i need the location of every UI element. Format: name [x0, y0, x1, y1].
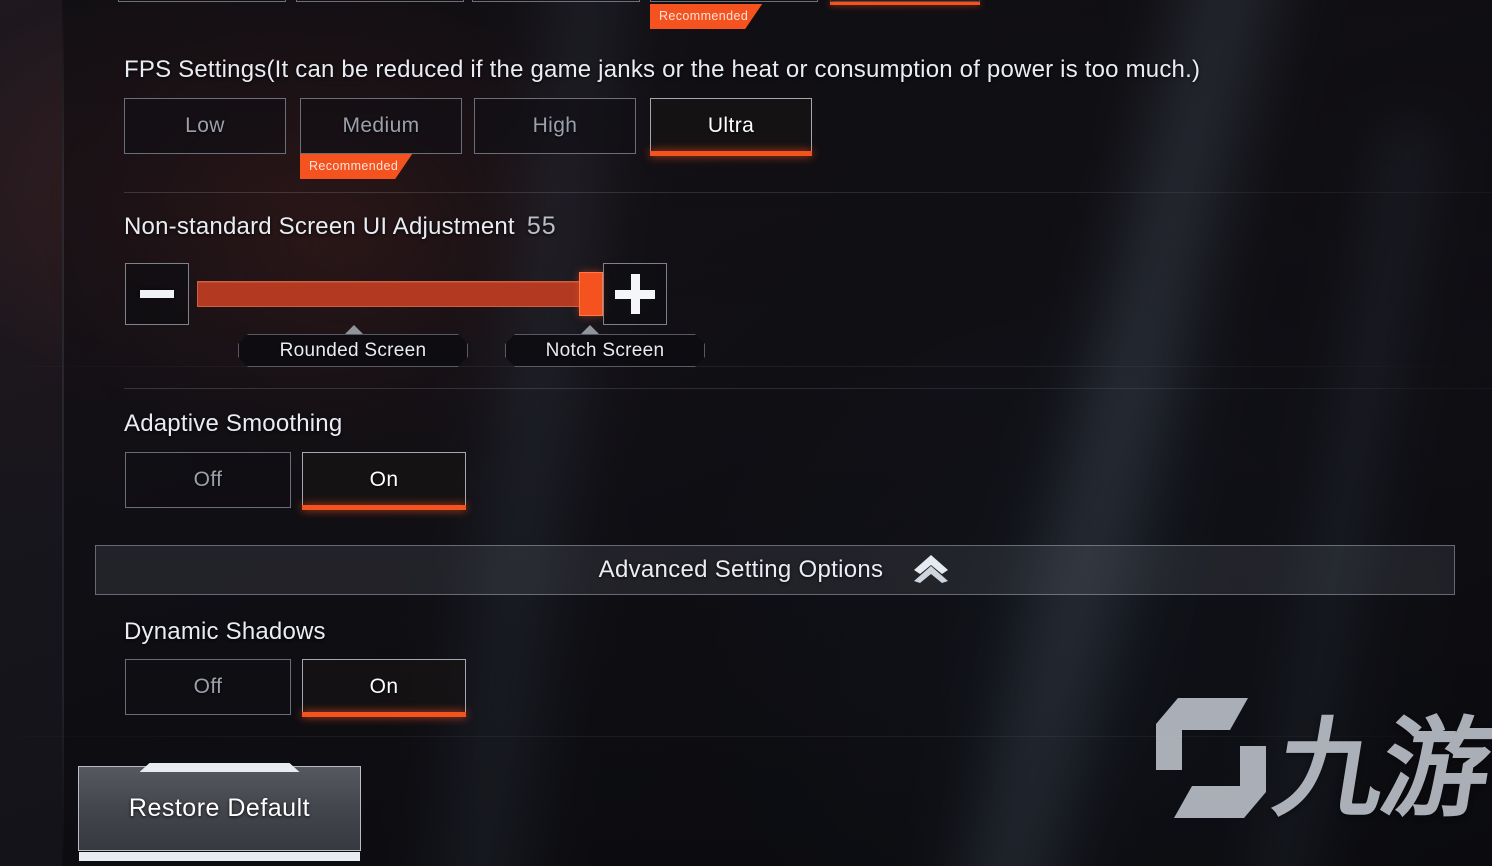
- ui-adjustment-slider-track[interactable]: [197, 281, 589, 307]
- adaptive-smoothing-option-on[interactable]: On: [302, 452, 466, 510]
- fps-option-low-label: Low: [185, 114, 225, 137]
- settings-screen: Recommended FPS Settings(It can be reduc…: [0, 0, 1492, 866]
- ui-adjustment-heading: Non-standard Screen UI Adjustment: [124, 213, 515, 240]
- chevron-up-double-icon: [911, 553, 951, 588]
- fps-option-medium[interactable]: Medium: [300, 98, 462, 154]
- dynamic-shadows-on-label: On: [369, 675, 399, 698]
- advanced-setting-options-bar[interactable]: Advanced Setting Options: [95, 545, 1455, 595]
- restore-default-top-notch: [140, 763, 300, 772]
- rounded-screen-marker-label: Rounded Screen: [279, 339, 427, 361]
- dynamic-shadows-off-label: Off: [193, 675, 223, 698]
- ui-adjustment-increase-button[interactable]: [603, 263, 667, 325]
- notch-screen-marker-arrow: [581, 325, 599, 334]
- settings-content: FPS Settings(It can be reduced if the ga…: [62, 0, 1492, 866]
- ui-adjustment-heading-row: Non-standard Screen UI Adjustment 55: [124, 212, 557, 241]
- ui-adjustment-slider-handle[interactable]: [579, 272, 603, 316]
- minus-icon: [140, 290, 174, 298]
- dynamic-shadows-option-off[interactable]: Off: [125, 659, 291, 715]
- rounded-screen-marker-arrow: [345, 325, 363, 334]
- fps-option-high-label: High: [532, 114, 578, 137]
- fps-option-ultra-label: Ultra: [707, 114, 755, 137]
- notch-screen-marker: Notch Screen: [505, 334, 705, 367]
- fps-option-low[interactable]: Low: [124, 98, 286, 154]
- adaptive-smoothing-option-off[interactable]: Off: [125, 452, 291, 508]
- adaptive-smoothing-on-label: On: [369, 468, 399, 491]
- ui-adjustment-decrease-button[interactable]: [125, 263, 189, 325]
- rounded-screen-marker: Rounded Screen: [238, 334, 468, 367]
- plus-icon: [615, 274, 655, 314]
- fps-medium-recommended-badge: Recommended: [300, 154, 412, 179]
- adaptive-smoothing-off-label: Off: [193, 468, 223, 491]
- adaptive-smoothing-heading: Adaptive Smoothing: [124, 410, 343, 437]
- advanced-setting-options-label: Advanced Setting Options: [598, 556, 884, 583]
- fps-option-ultra[interactable]: Ultra: [650, 98, 812, 156]
- restore-default-button[interactable]: Restore Default: [78, 763, 361, 861]
- fps-option-high[interactable]: High: [474, 98, 636, 154]
- fps-option-medium-label: Medium: [342, 114, 420, 137]
- restore-default-label: Restore Default: [128, 794, 311, 822]
- dynamic-shadows-heading: Dynamic Shadows: [124, 618, 326, 645]
- restore-default-base-bar: [79, 852, 360, 861]
- dynamic-shadows-option-on[interactable]: On: [302, 659, 466, 717]
- notch-screen-marker-label: Notch Screen: [545, 339, 665, 361]
- divider-ui-adjustment: [124, 388, 1492, 389]
- fps-settings-heading: FPS Settings(It can be reduced if the ga…: [124, 56, 1201, 83]
- ui-adjustment-value: 55: [526, 212, 557, 240]
- divider-fps: [124, 192, 1492, 193]
